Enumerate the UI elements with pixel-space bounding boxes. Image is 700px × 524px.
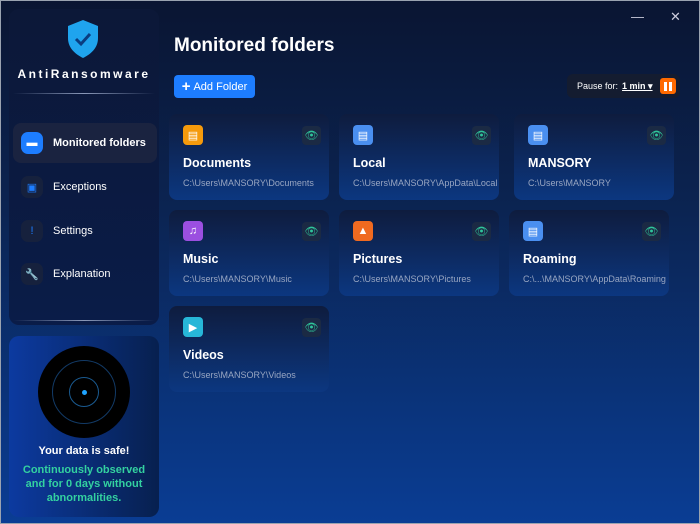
pause-label: Pause for:	[577, 81, 619, 91]
folder-path: C:\Users\MANSORY\AppData\Local	[353, 178, 498, 188]
folder-type-icon: ▲	[353, 221, 373, 241]
shield-logo-icon	[68, 20, 98, 58]
folder-name: Videos	[183, 348, 224, 362]
status-message: Continuously observed and for 0 days wit…	[22, 464, 146, 504]
pause-duration-dropdown[interactable]: 1 min ▾	[622, 81, 653, 92]
eye-icon[interactable]: 👁	[302, 222, 321, 241]
folder-type-icon: ▤	[523, 221, 543, 241]
folder-path: C:\Users\MANSORY\Pictures	[353, 274, 471, 284]
close-button[interactable]: ✕	[670, 9, 681, 25]
folder-card-videos[interactable]: ▶ 👁 Videos C:\Users\MANSORY\Videos	[169, 306, 329, 392]
plus-icon: +	[181, 78, 191, 95]
pause-control: Pause for: 1 min ▾	[567, 74, 680, 98]
sidebar-item-settings[interactable]: ! Settings	[13, 211, 157, 251]
sidebar-item-monitored-folders[interactable]: ▬ Monitored folders	[13, 123, 157, 163]
add-folder-button[interactable]: + Add Folder	[174, 75, 255, 98]
divider	[13, 93, 155, 94]
folder-path: C:\Users\MANSORY\Music	[183, 274, 292, 284]
folder-type-icon: ▤	[183, 125, 203, 145]
folder-name: Music	[183, 252, 219, 266]
status-title: Your data is safe!	[38, 445, 130, 457]
folder-path: C:\...\MANSORY\AppData\Roaming	[523, 274, 666, 284]
app-window: — ✕ AntiRansomware ▬ Monitored folders ▣ E…	[0, 0, 700, 524]
folder-type-icon: ▶	[183, 317, 203, 337]
book-icon: ▣	[21, 176, 43, 198]
eye-icon[interactable]: 👁	[642, 222, 661, 241]
sidebar-item-exceptions[interactable]: ▣ Exceptions	[13, 167, 157, 207]
radar-icon	[38, 346, 130, 438]
folder-type-icon: ▤	[528, 125, 548, 145]
page-title: Monitored folders	[174, 35, 335, 56]
wrench-icon: 🔧	[21, 263, 43, 285]
folder-path: C:\Users\MANSORY	[528, 178, 611, 188]
eye-icon[interactable]: 👁	[302, 318, 321, 337]
divider	[13, 320, 155, 321]
minimize-button[interactable]: —	[631, 9, 644, 24]
add-folder-label: Add Folder	[193, 80, 248, 93]
folder-name: Local	[353, 156, 386, 170]
folder-path: C:\Users\MANSORY\Videos	[183, 370, 296, 380]
folder-type-icon: ▤	[353, 125, 373, 145]
sidebar-item-label: Exceptions	[53, 181, 107, 193]
folder-icon: ▬	[21, 132, 43, 154]
sidebar: AntiRansomware ▬ Monitored folders ▣ Excep…	[9, 9, 159, 325]
folder-name: Pictures	[353, 252, 403, 266]
folder-type-icon: ♫	[183, 221, 203, 241]
folder-card-documents[interactable]: ▤ 👁 Documents C:\Users\MANSORY\Documents	[169, 114, 329, 200]
status-panel: Your data is safe! Continuously observed…	[9, 336, 159, 517]
info-icon: !	[21, 220, 43, 242]
pause-button[interactable]	[660, 78, 676, 94]
sidebar-item-label: Monitored folders	[53, 137, 146, 149]
sidebar-item-label: Explanation	[53, 268, 111, 280]
eye-icon[interactable]: 👁	[472, 222, 491, 241]
folder-card-roaming[interactable]: ▤ 👁 Roaming C:\...\MANSORY\AppData\Roami…	[509, 210, 669, 296]
eye-icon[interactable]: 👁	[302, 126, 321, 145]
folder-card-music[interactable]: ♫ 👁 Music C:\Users\MANSORY\Music	[169, 210, 329, 296]
folder-card-pictures[interactable]: ▲ 👁 Pictures C:\Users\MANSORY\Pictures	[339, 210, 499, 296]
folder-card-local[interactable]: ▤ 👁 Local C:\Users\MANSORY\AppData\Local	[339, 114, 499, 200]
sidebar-item-explanation[interactable]: 🔧 Explanation	[13, 254, 157, 294]
app-name: AntiRansomware	[17, 67, 151, 81]
folder-path: C:\Users\MANSORY\Documents	[183, 178, 314, 188]
folder-name: MANSORY	[528, 156, 592, 170]
folder-card-mansory[interactable]: ▤ 👁 MANSORY C:\Users\MANSORY	[514, 114, 674, 200]
folder-name: Documents	[183, 156, 252, 170]
sidebar-item-label: Settings	[53, 225, 93, 237]
folder-name: Roaming	[523, 252, 577, 266]
eye-icon[interactable]: 👁	[472, 126, 491, 145]
eye-icon[interactable]: 👁	[647, 126, 666, 145]
